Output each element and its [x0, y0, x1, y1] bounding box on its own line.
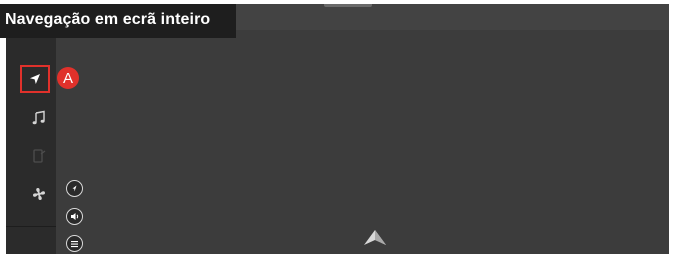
- vehicle-position-icon: [364, 230, 386, 245]
- top-drag-handle[interactable]: [324, 4, 372, 7]
- music-note-icon[interactable]: [31, 110, 47, 126]
- compass-button[interactable]: [66, 180, 83, 197]
- page-title: Navegação em ecrã inteiro: [5, 11, 211, 28]
- fullscreen-navigation-screen: A: [6, 4, 669, 254]
- sidebar: [6, 4, 56, 254]
- callout-badge: A: [57, 67, 79, 89]
- volume-icon: [70, 213, 78, 220]
- navigation-arrow-icon: [30, 74, 40, 84]
- menu-icon: [71, 240, 78, 247]
- compass-icon: [72, 185, 77, 192]
- title-banner: Navegação em ecrã inteiro: [0, 4, 236, 38]
- menu-button[interactable]: [66, 235, 83, 252]
- volume-button[interactable]: [66, 208, 83, 225]
- sidebar-item-navigation[interactable]: [20, 65, 50, 93]
- sidebar-divider: [6, 226, 56, 227]
- fan-icon[interactable]: [31, 186, 47, 202]
- phone-icon[interactable]: [31, 148, 47, 164]
